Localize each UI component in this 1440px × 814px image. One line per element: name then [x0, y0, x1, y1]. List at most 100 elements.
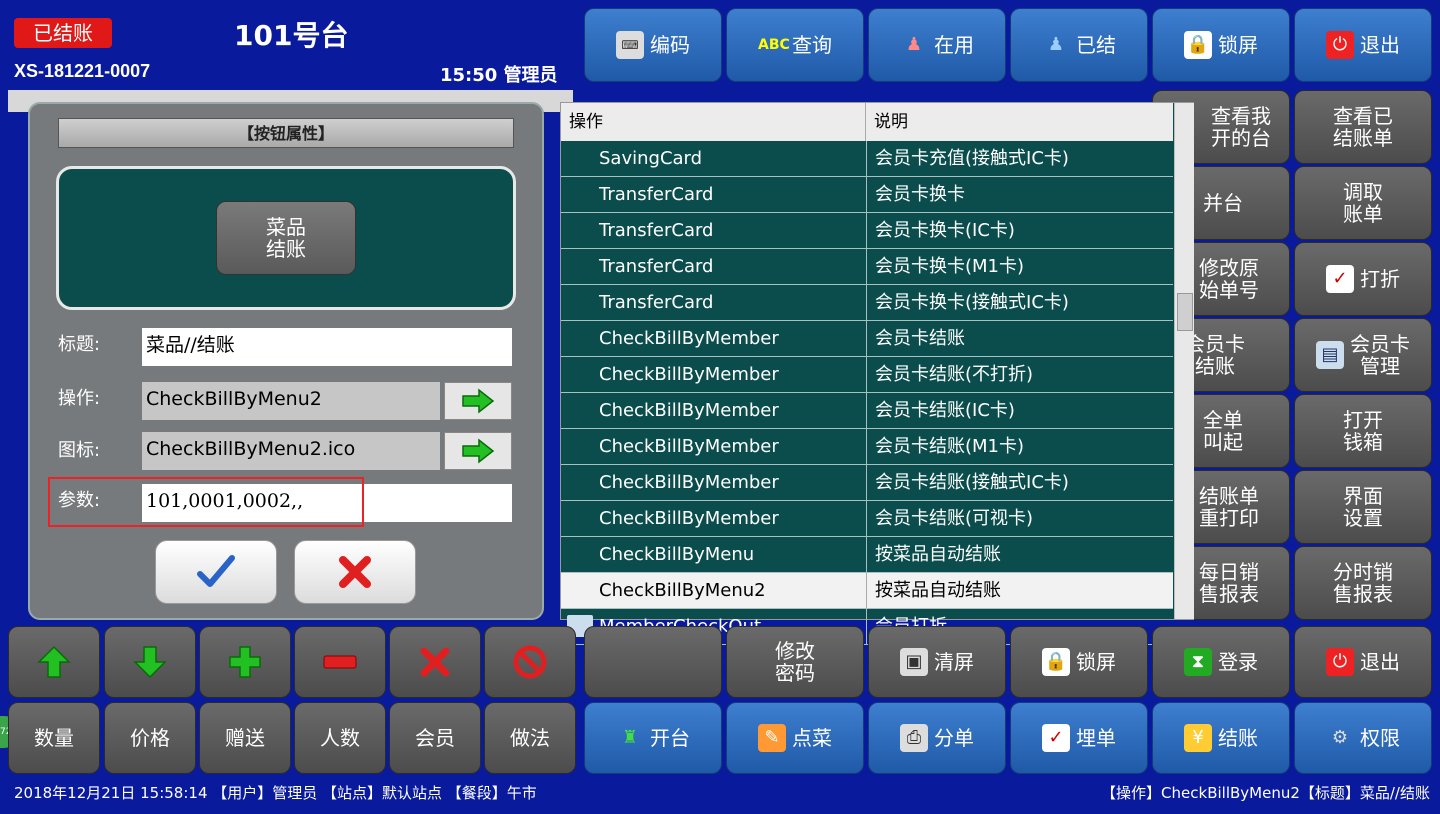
discount-button[interactable]: ✓ 打折 — [1294, 242, 1432, 316]
action-select-button[interactable] — [444, 382, 512, 420]
clear-screen-button[interactable]: ▣ 清屏 — [868, 626, 1006, 698]
minus-icon — [323, 655, 357, 669]
list-item[interactable]: TransferCard 会员卡换卡(M1卡) — [561, 249, 1173, 285]
table-title: 101号台 — [234, 19, 349, 52]
open-cash-drawer-button[interactable]: 打开 钱箱 — [1294, 394, 1432, 468]
payment-icon: ¥ — [1184, 724, 1212, 752]
list-item[interactable]: TransferCard 会员卡换卡(接触式IC卡) — [561, 285, 1173, 321]
action-input[interactable]: CheckBillByMenu2 — [142, 382, 440, 420]
member-card-icon: ▤ — [1316, 341, 1344, 369]
monitor-icon: ▣ — [900, 648, 928, 676]
dialog-title: 【按钮属性】 — [58, 118, 514, 148]
delete-button[interactable] — [389, 626, 481, 698]
cancel-item-button[interactable] — [484, 626, 576, 698]
close-icon — [339, 556, 371, 588]
close-icon — [420, 647, 450, 677]
exit-button[interactable]: ⏻ 退出 — [1294, 8, 1432, 82]
ui-settings-button[interactable]: 界面 设置 — [1294, 470, 1432, 544]
list-item[interactable]: CheckBillByMember 会员卡结账(M1卡) — [561, 429, 1173, 465]
move-up-button[interactable] — [8, 626, 100, 698]
plus-icon — [229, 646, 261, 678]
list-item-selected[interactable]: CheckBillByMenu2 按菜品自动结账 — [561, 573, 1173, 609]
clipboard-icon: ✓ — [1042, 724, 1070, 752]
confirm-button[interactable] — [155, 540, 277, 604]
exit-button-2[interactable]: ⏻ 退出 — [1294, 626, 1432, 698]
order-dish-button[interactable]: ✎ 点菜 — [726, 702, 864, 774]
title-label: 标题: — [58, 334, 101, 355]
param-highlight — [48, 477, 364, 527]
move-down-button[interactable] — [104, 626, 196, 698]
abc-search-icon: ABC — [758, 37, 790, 53]
list-item[interactable]: CheckBillByMember 会员卡结账(可视卡) — [561, 501, 1173, 537]
add-button[interactable] — [199, 626, 291, 698]
quantity-button[interactable]: 数量 — [8, 702, 100, 774]
split-bill-button[interactable]: ⎙ 分单 — [868, 702, 1006, 774]
list-item[interactable]: SavingCard 会员卡充值(接触式IC卡) — [561, 141, 1173, 177]
icon-label: 图标: — [58, 440, 101, 461]
settled-button[interactable]: ♟ 已结 — [1010, 8, 1148, 82]
in-use-button[interactable]: ♟ 在用 — [868, 8, 1006, 82]
list-item[interactable]: CheckBillByMember 会员卡结账(不打折) — [561, 357, 1173, 393]
login-button[interactable]: ⧗ 登录 — [1152, 626, 1290, 698]
hourly-sales-report-button[interactable]: 分时销 售报表 — [1294, 546, 1432, 620]
title-input[interactable]: 菜品//结账 — [142, 328, 512, 366]
pay-bill-button[interactable]: ✓ 埋单 — [1010, 702, 1148, 774]
hourglass-icon: ⧗ — [1184, 648, 1212, 676]
settled-bills-button[interactable]: 查看已 结账单 — [1294, 90, 1432, 164]
checkmark-icon — [197, 555, 235, 587]
lock-icon: 🔒 — [1042, 648, 1070, 676]
permission-button[interactable]: ⚙ 权限 — [1294, 702, 1432, 774]
list-item[interactable]: CheckBillByMenu 按菜品自动结账 — [561, 537, 1173, 573]
arrow-up-icon — [37, 645, 71, 678]
cancel-button[interactable] — [294, 540, 416, 604]
arrow-down-icon — [133, 646, 167, 679]
gift-button[interactable]: 赠送 — [199, 702, 291, 774]
column-header-action[interactable]: 操作 — [561, 103, 866, 141]
list-scrollbar[interactable] — [1174, 103, 1194, 619]
code-button[interactable]: ⌨ 编码 — [584, 8, 722, 82]
list-item[interactable]: TransferCard 会员卡换卡 — [561, 177, 1173, 213]
order-dish-icon: ✎ — [758, 724, 786, 752]
keyboard-icon: ⌨ — [616, 31, 644, 59]
status-bar-left: 2018年12月21日 15:58:14 【用户】管理员 【站点】默认站点 【餐… — [14, 784, 537, 802]
scrollbar-thumb[interactable] — [1177, 293, 1193, 331]
checkout-button[interactable]: ¥ 结账 — [1152, 702, 1290, 774]
action-rows: SavingCard 会员卡充值(接触式IC卡) TransferCard 会员卡换… — [561, 141, 1173, 645]
list-item[interactable]: CheckBillByMember 会员卡结账(接触式IC卡) — [561, 465, 1173, 501]
guests-button[interactable]: 人数 — [294, 702, 386, 774]
retrieve-bill-button[interactable]: 调取 账单 — [1294, 166, 1432, 240]
preview-button[interactable]: 菜品 结账 — [216, 201, 356, 275]
arrow-right-icon — [462, 388, 495, 414]
time-user: 15:50 管理员 — [440, 65, 558, 86]
price-button[interactable]: 价格 — [104, 702, 196, 774]
lock-icon: 🔒 — [1184, 31, 1212, 59]
arrow-right-icon — [462, 438, 495, 464]
forbidden-icon — [513, 645, 547, 679]
bill-number: XS-181221-0007 — [14, 61, 151, 81]
discount-icon: ✓ — [1326, 265, 1354, 293]
empty-slot-button[interactable] — [584, 626, 722, 698]
change-password-button[interactable]: 修改 密码 — [726, 626, 864, 698]
column-header-description[interactable]: 说明 — [866, 103, 1173, 141]
permission-icon: ⚙ — [1331, 727, 1349, 748]
lock-screen-button[interactable]: 🔒 锁屏 — [1152, 8, 1290, 82]
minus-button[interactable] — [294, 626, 386, 698]
icon-select-button[interactable] — [444, 432, 512, 470]
table-settled-icon: ♟ — [1047, 34, 1065, 55]
icon-input[interactable]: CheckBillByMenu2.ico — [142, 432, 440, 470]
list-item[interactable]: TransferCard 会员卡换卡(IC卡) — [561, 213, 1173, 249]
list-item[interactable]: CheckBillByMember 会员卡结账(IC卡) — [561, 393, 1173, 429]
open-table-button[interactable]: ♜ 开台 — [584, 702, 722, 774]
table-in-use-icon: ♟ — [905, 34, 923, 55]
list-item[interactable]: CheckBillByMember 会员卡结账 — [561, 321, 1173, 357]
query-button[interactable]: ABC 查询 — [726, 8, 864, 82]
lock-screen-button-2[interactable]: 🔒 锁屏 — [1010, 626, 1148, 698]
member-card-manage-button[interactable]: ▤ 会员卡 管理 — [1294, 318, 1432, 392]
list-header: 操作 说明 — [561, 103, 1173, 141]
open-table-icon: ♜ — [621, 727, 639, 748]
action-label: 操作: — [58, 388, 101, 409]
member-button[interactable]: 会员 — [389, 702, 481, 774]
status-bar-right: 【操作】CheckBillByMenu2【标题】菜品//结账 — [1101, 784, 1430, 802]
preparation-button[interactable]: 做法 — [484, 702, 576, 774]
status-badge: 已结账 — [14, 18, 112, 48]
